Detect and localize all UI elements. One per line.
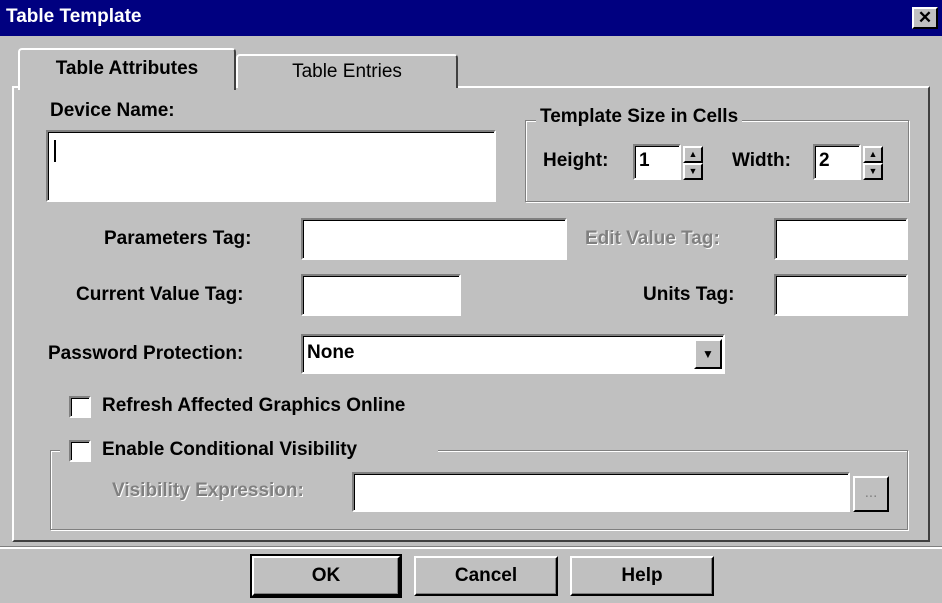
- current-value-tag-label: Current Value Tag:: [76, 284, 244, 305]
- password-protection-label: Password Protection:: [48, 343, 244, 364]
- units-tag-input[interactable]: [774, 274, 908, 316]
- height-label: Height:: [543, 150, 609, 171]
- height-down-button[interactable]: ▼: [683, 163, 703, 180]
- edit-value-tag-label: Edit Value Tag:: [585, 228, 720, 249]
- tab-table-attributes[interactable]: Table Attributes: [18, 48, 236, 90]
- parameters-tag-label: Parameters Tag:: [104, 228, 252, 249]
- password-protection-value: None: [307, 342, 355, 363]
- visibility-expression-input[interactable]: [352, 472, 850, 512]
- help-button[interactable]: Help: [570, 556, 714, 596]
- width-spinner[interactable]: ▲ ▼: [863, 146, 883, 180]
- height-up-button[interactable]: ▲: [683, 146, 703, 163]
- width-up-button[interactable]: ▲: [863, 146, 883, 163]
- tab-table-entries[interactable]: Table Entries: [236, 54, 458, 88]
- browse-expression-button[interactable]: ...: [853, 476, 889, 512]
- width-input[interactable]: 2: [813, 144, 861, 180]
- parameters-tag-input[interactable]: [301, 218, 567, 260]
- cancel-button[interactable]: Cancel: [414, 556, 558, 596]
- template-size-title: Template Size in Cells: [536, 106, 743, 128]
- ok-button[interactable]: OK: [250, 554, 402, 598]
- conditional-visibility-label: Enable Conditional Visibility: [102, 439, 358, 460]
- device-name-input[interactable]: [46, 130, 496, 202]
- close-icon: ✕: [917, 8, 933, 27]
- window-title: Table Template: [6, 6, 142, 27]
- chevron-down-icon: ▼: [702, 347, 714, 361]
- visibility-expression-label: Visibility Expression:: [112, 480, 304, 501]
- text-cursor: [54, 140, 56, 162]
- refresh-graphics-label: Refresh Affected Graphics Online: [102, 395, 406, 416]
- height-spinner[interactable]: ▲ ▼: [683, 146, 703, 180]
- width-label: Width:: [732, 150, 791, 171]
- width-down-button[interactable]: ▼: [863, 163, 883, 180]
- units-tag-label: Units Tag:: [643, 284, 735, 305]
- height-input[interactable]: 1: [633, 144, 681, 180]
- password-protection-select[interactable]: None: [301, 334, 725, 374]
- bottom-divider: [0, 546, 942, 549]
- edit-value-tag-input[interactable]: [774, 218, 908, 260]
- password-dropdown-button[interactable]: ▼: [694, 339, 722, 369]
- refresh-graphics-checkbox[interactable]: [69, 396, 91, 418]
- conditional-visibility-checkbox[interactable]: [69, 440, 91, 462]
- close-button[interactable]: ✕: [912, 7, 938, 29]
- device-name-label: Device Name:: [50, 100, 175, 121]
- current-value-tag-input[interactable]: [301, 274, 461, 316]
